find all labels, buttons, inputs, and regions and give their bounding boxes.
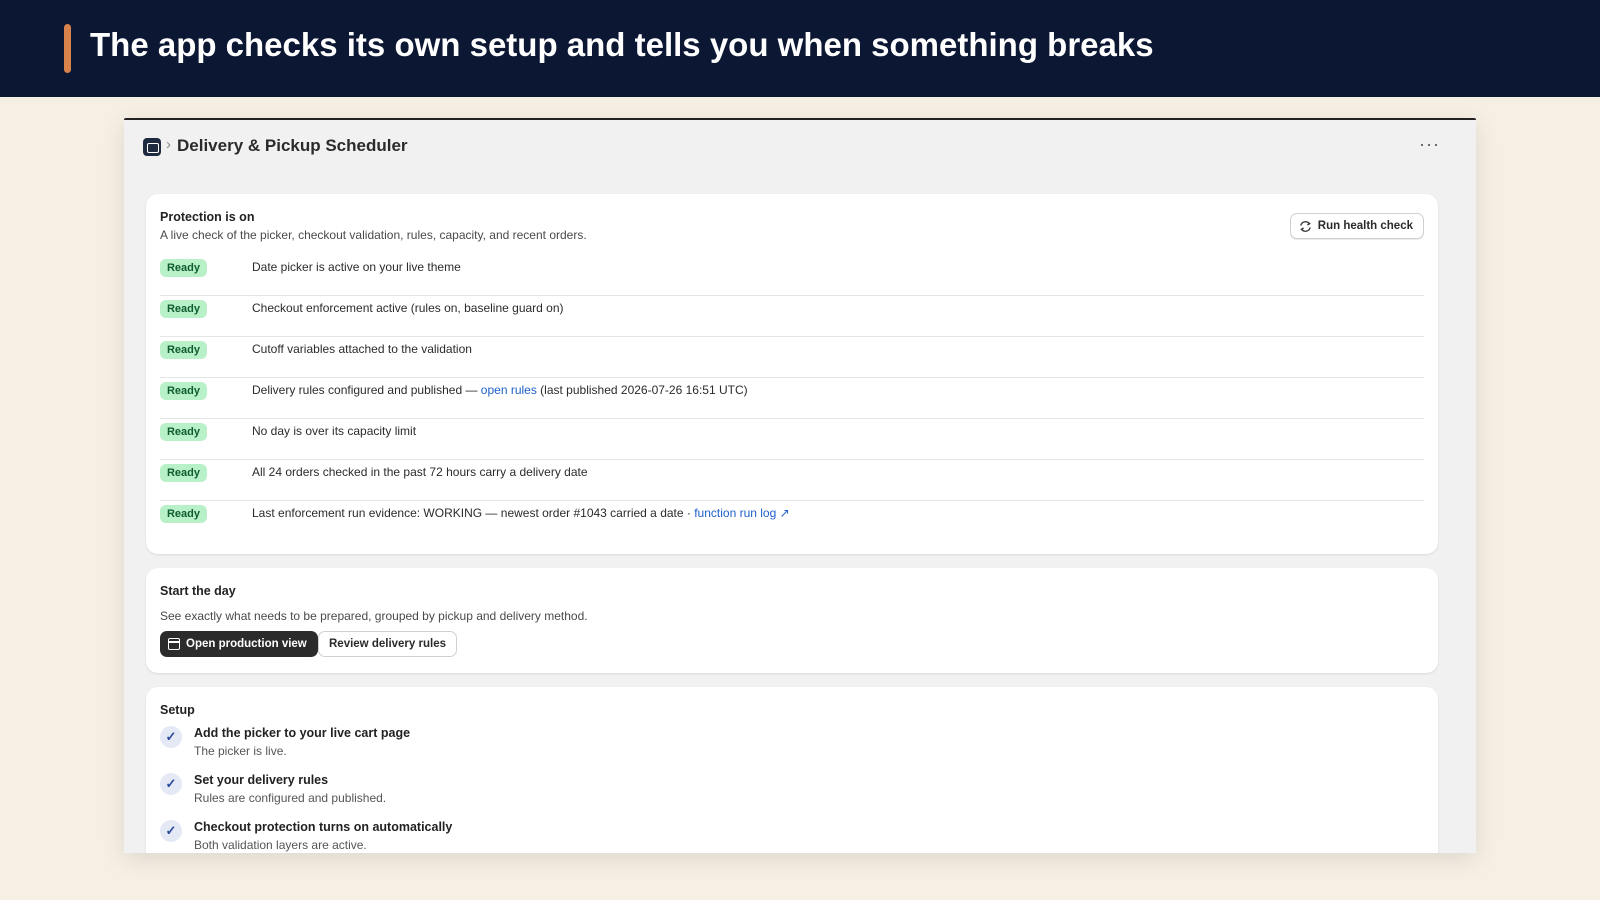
status-badge: Ready <box>160 505 207 523</box>
slide-title: The app checks its own setup and tells y… <box>90 26 1154 63</box>
setup-step-desc: Rules are configured and published. <box>194 791 387 805</box>
setup-card: Setup ✓ Add the picker to your live cart… <box>146 687 1438 853</box>
check-row: Ready Cutoff variables attached to the v… <box>160 337 1424 378</box>
check-text: Checkout enforcement active (rules on, b… <box>252 301 564 315</box>
setup-step-title: Checkout protection turns on automatical… <box>194 820 453 834</box>
function-run-log-link[interactable]: function run log ↗ <box>694 506 789 520</box>
check-text: Date picker is active on your live theme <box>252 260 461 274</box>
check-icon: ✓ <box>160 773 182 795</box>
check-row: Ready Last enforcement run evidence: WOR… <box>160 501 1424 542</box>
status-badge: Ready <box>160 259 207 277</box>
open-production-view-label: Open production view <box>186 638 307 650</box>
health-subtitle: A live check of the picker, checkout val… <box>160 228 587 242</box>
status-badge: Ready <box>160 382 207 400</box>
open-production-view-button[interactable]: Open production view <box>160 631 318 657</box>
calendar-app-icon <box>143 138 161 156</box>
accent-bar <box>64 24 71 73</box>
setup-step-title: Set your delivery rules <box>194 773 329 787</box>
breadcrumb-separator: › <box>166 136 171 153</box>
check-row: Ready Delivery rules configured and publ… <box>160 378 1424 419</box>
health-title: Protection is on <box>160 210 255 224</box>
start-the-day-card: Start the day See exactly what needs to … <box>146 568 1438 673</box>
check-row: Ready No day is over its capacity limit <box>160 419 1424 460</box>
status-badge: Ready <box>160 300 207 318</box>
setup-step-title: Add the picker to your live cart page <box>194 726 411 740</box>
check-text-before: Delivery rules configured and published … <box>252 383 481 397</box>
status-badge: Ready <box>160 423 207 441</box>
check-icon: ✓ <box>160 820 182 842</box>
status-badge: Ready <box>160 464 207 482</box>
check-text: Delivery rules configured and published … <box>252 383 748 397</box>
check-icon: ✓ <box>160 726 182 748</box>
check-row: Ready All 24 orders checked in the past … <box>160 460 1424 501</box>
calendar-icon <box>168 638 180 650</box>
open-rules-link[interactable]: open rules <box>481 383 537 397</box>
health-check-card: Protection is on A live check of the pic… <box>146 194 1438 554</box>
slide-banner: The app checks its own setup and tells y… <box>0 0 1600 97</box>
setup-step[interactable]: ✓ Checkout protection turns on automatic… <box>160 820 760 853</box>
setup-step[interactable]: ✓ Set your delivery rules Rules are conf… <box>160 773 760 819</box>
check-text: Cutoff variables attached to the validat… <box>252 342 472 356</box>
run-health-check-button[interactable]: Run health check <box>1289 213 1424 239</box>
start-title: Start the day <box>160 584 236 598</box>
setup-step-desc: Both validation layers are active. <box>194 838 367 852</box>
more-actions-icon[interactable]: ··· <box>1419 134 1440 155</box>
app-title[interactable]: Delivery & Pickup Scheduler <box>177 136 408 156</box>
check-row: Ready Checkout enforcement active (rules… <box>160 296 1424 337</box>
check-text-after: (last published 2026-07-26 16:51 UTC) <box>536 383 748 397</box>
setup-title: Setup <box>160 703 195 717</box>
refresh-icon <box>1299 220 1311 232</box>
start-subtitle: See exactly what needs to be prepared, g… <box>160 609 588 623</box>
check-text-before: Last enforcement run evidence: WORKING —… <box>252 506 695 520</box>
status-badge: Ready <box>160 341 207 359</box>
check-text: Last enforcement run evidence: WORKING —… <box>252 506 790 520</box>
check-text: All 24 orders checked in the past 72 hou… <box>252 465 588 479</box>
setup-step-desc: The picker is live. <box>194 744 287 758</box>
setup-step[interactable]: ✓ Add the picker to your live cart page … <box>160 726 760 772</box>
run-health-check-label: Run health check <box>1317 220 1413 232</box>
check-row: Ready Date picker is active on your live… <box>160 255 1424 296</box>
app-window: › Delivery & Pickup Scheduler ··· Protec… <box>124 118 1476 853</box>
review-delivery-rules-button[interactable]: Review delivery rules <box>318 631 457 657</box>
check-text: No day is over its capacity limit <box>252 424 417 438</box>
app-header: › Delivery & Pickup Scheduler ··· <box>124 120 1476 172</box>
